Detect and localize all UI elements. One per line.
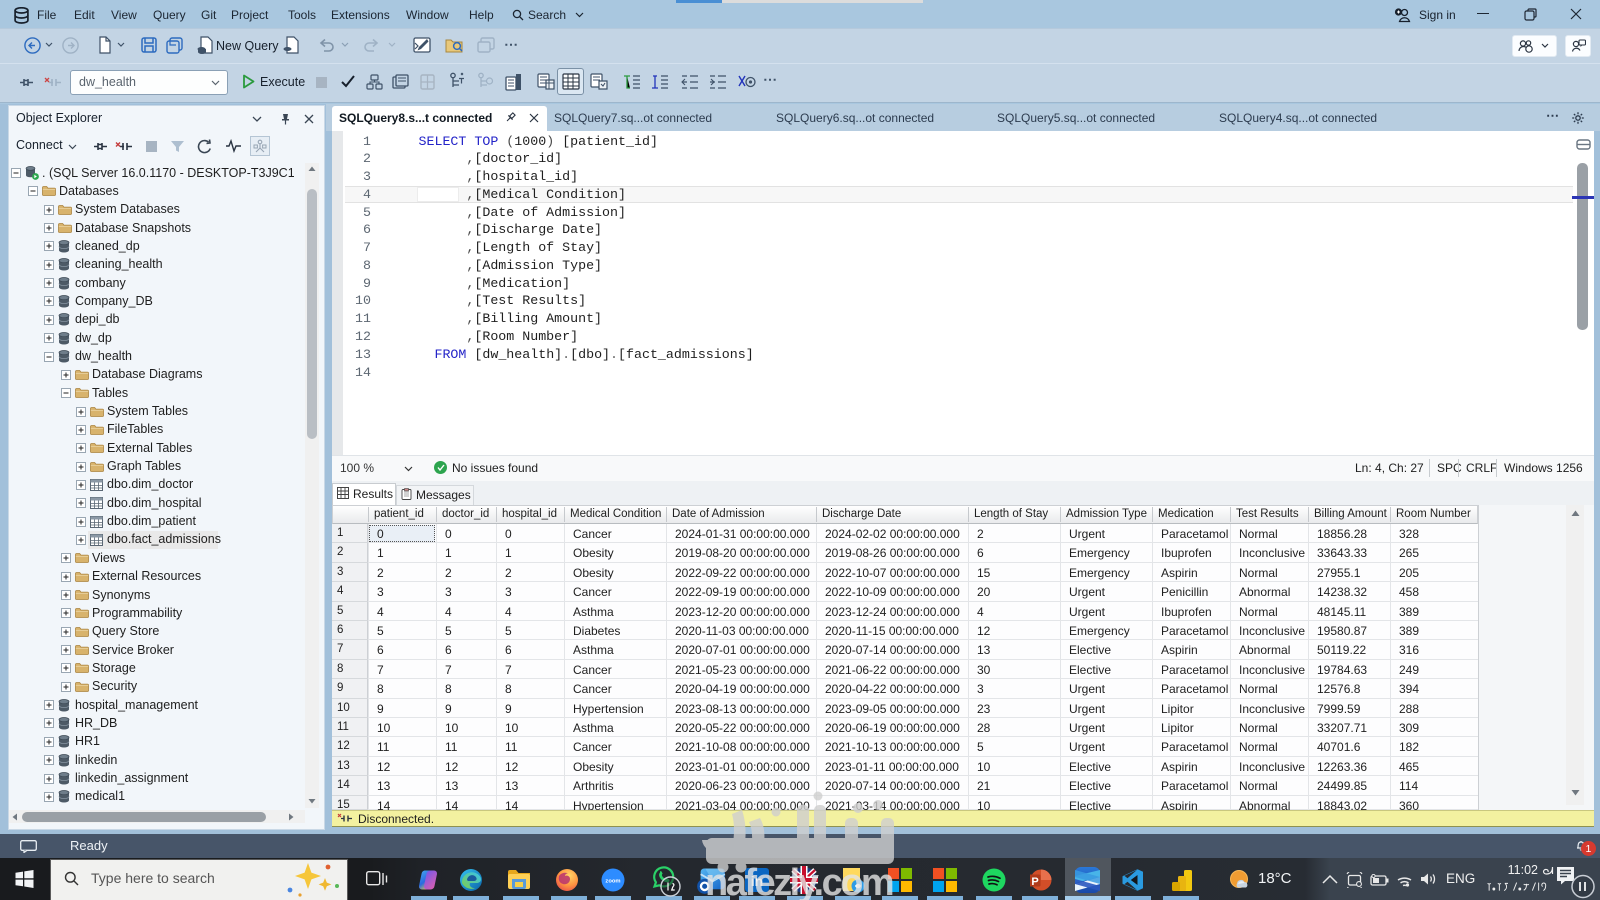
svg-text:P: P — [1031, 876, 1038, 888]
svg-text:zoom: zoom — [605, 879, 620, 885]
